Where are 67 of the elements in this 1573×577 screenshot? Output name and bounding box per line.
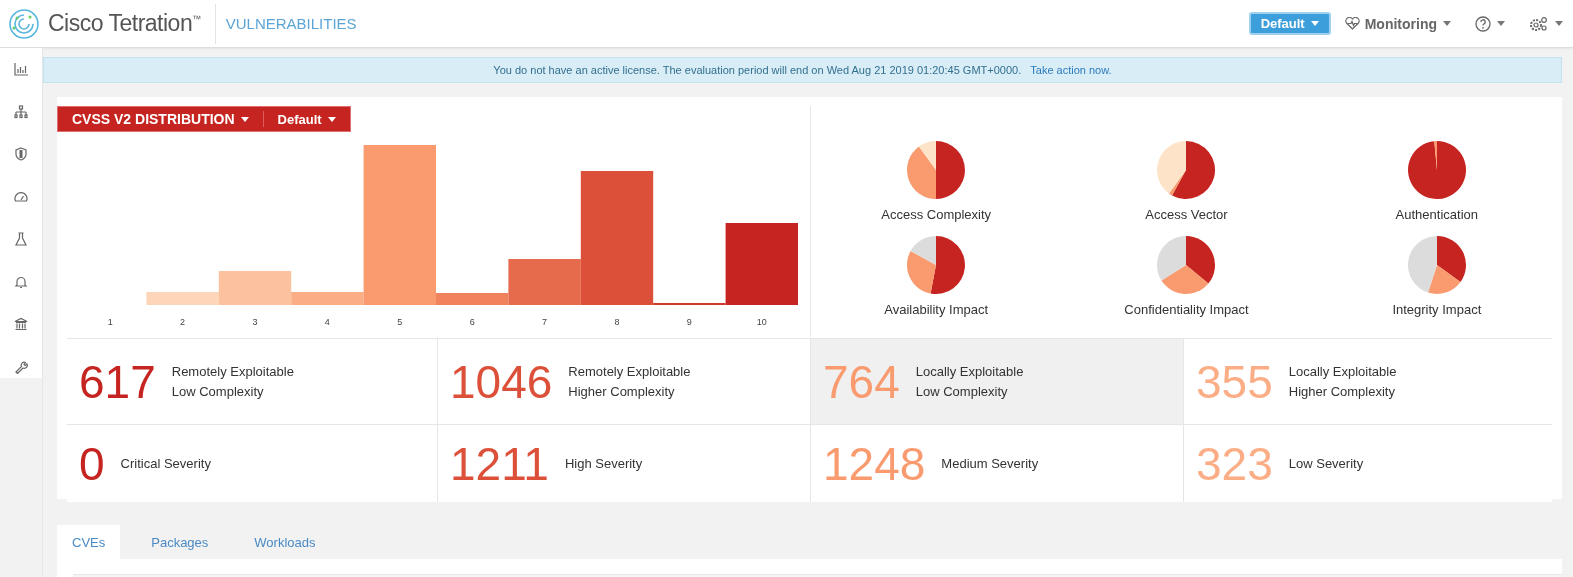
gauge-icon[interactable]	[14, 189, 28, 204]
axis-label: 3	[251, 317, 259, 327]
caret-icon	[1555, 21, 1563, 26]
license-message: You do not have an active license. The evaluation period will end on Wed Aug 21 2019 01:20:45 GMT+0000. Take action now.	[493, 64, 1112, 76]
help-menu[interactable]	[1475, 15, 1505, 32]
chart-icon[interactable]	[14, 62, 28, 77]
caret-icon	[1443, 21, 1451, 26]
axis-label: 1	[106, 317, 114, 327]
caret-icon	[240, 116, 249, 122]
axis-label: 2	[179, 317, 187, 327]
scope-dropdown[interactable]: Default	[1248, 12, 1331, 35]
stat-value: 764	[823, 354, 900, 409]
stat-label: High Severity	[564, 454, 643, 473]
stat-value: 1211	[450, 436, 549, 491]
stat-label: Remotely Exploitable	[171, 362, 294, 381]
settings-icon	[1529, 15, 1549, 32]
axis-label: 5	[396, 317, 404, 327]
flask-icon[interactable]	[14, 232, 28, 247]
pie-label: Confidentiality Impact	[1124, 302, 1249, 317]
stat-value: 617	[79, 354, 156, 409]
stat-label: Medium Severity	[941, 454, 1039, 473]
help-icon	[1475, 15, 1491, 32]
tree-icon[interactable]	[14, 104, 28, 119]
pie-label: Integrity Impact	[1392, 302, 1482, 317]
axis-label: 6	[468, 317, 476, 327]
pie-label: Access Vector	[1145, 207, 1228, 222]
axis-label: 4	[323, 317, 331, 327]
tab[interactable]: Packages	[136, 525, 224, 559]
brand-name: Cisco Tetration$^{™}$	[48, 10, 201, 37]
wrench-icon[interactable]	[14, 359, 28, 374]
caret-icon	[327, 116, 336, 122]
shield-icon[interactable]	[14, 147, 28, 162]
pie-label: Authentication	[1395, 207, 1478, 222]
stat-label: Locally Exploitable	[915, 362, 1024, 381]
stat-value: 323	[1196, 436, 1273, 491]
stat-value: 1248	[823, 436, 926, 491]
filter-dropdown[interactable]: Default	[262, 111, 350, 127]
take-action-link[interactable]: Take action now.	[1030, 64, 1112, 76]
page-title: VULNERABILITIES	[225, 15, 357, 32]
stat-label: Low Complexity	[915, 382, 1009, 401]
caret-icon	[1310, 21, 1319, 26]
axis-label: 8	[613, 317, 621, 327]
chart-type-dropdown[interactable]: CVSS V2 DISTRIBUTION	[58, 111, 263, 127]
stat-label: Low Complexity	[171, 382, 265, 401]
tab[interactable]: Workloads	[239, 525, 331, 559]
stat-label: Higher Complexity	[1288, 382, 1396, 401]
stat-label: Higher Complexity	[568, 382, 676, 401]
axis-label: 9	[685, 317, 693, 327]
heart-icon	[1344, 17, 1360, 30]
stat-value: 355	[1196, 354, 1273, 409]
settings-menu[interactable]	[1529, 15, 1563, 32]
bell-icon[interactable]	[14, 274, 28, 289]
stat-value: 1046	[450, 354, 553, 409]
axis-label: 10	[755, 317, 768, 327]
bank-icon[interactable]	[14, 317, 28, 332]
caret-icon	[1497, 21, 1505, 26]
stat-label: Locally Exploitable	[1288, 362, 1397, 381]
stat-label: Remotely Exploitable	[568, 362, 691, 381]
stat-label: Critical Severity	[120, 454, 211, 473]
stat-value: 0	[79, 436, 105, 491]
monitoring-menu[interactable]: Monitoring	[1344, 15, 1451, 32]
stat-label: Low Severity	[1288, 454, 1364, 473]
pie-label: Access Complexity	[881, 207, 992, 222]
pie-label: Availability Impact	[884, 302, 989, 317]
tab[interactable]: CVEs	[57, 525, 121, 559]
logo-icon	[8, 7, 40, 40]
axis-label: 7	[541, 317, 549, 327]
